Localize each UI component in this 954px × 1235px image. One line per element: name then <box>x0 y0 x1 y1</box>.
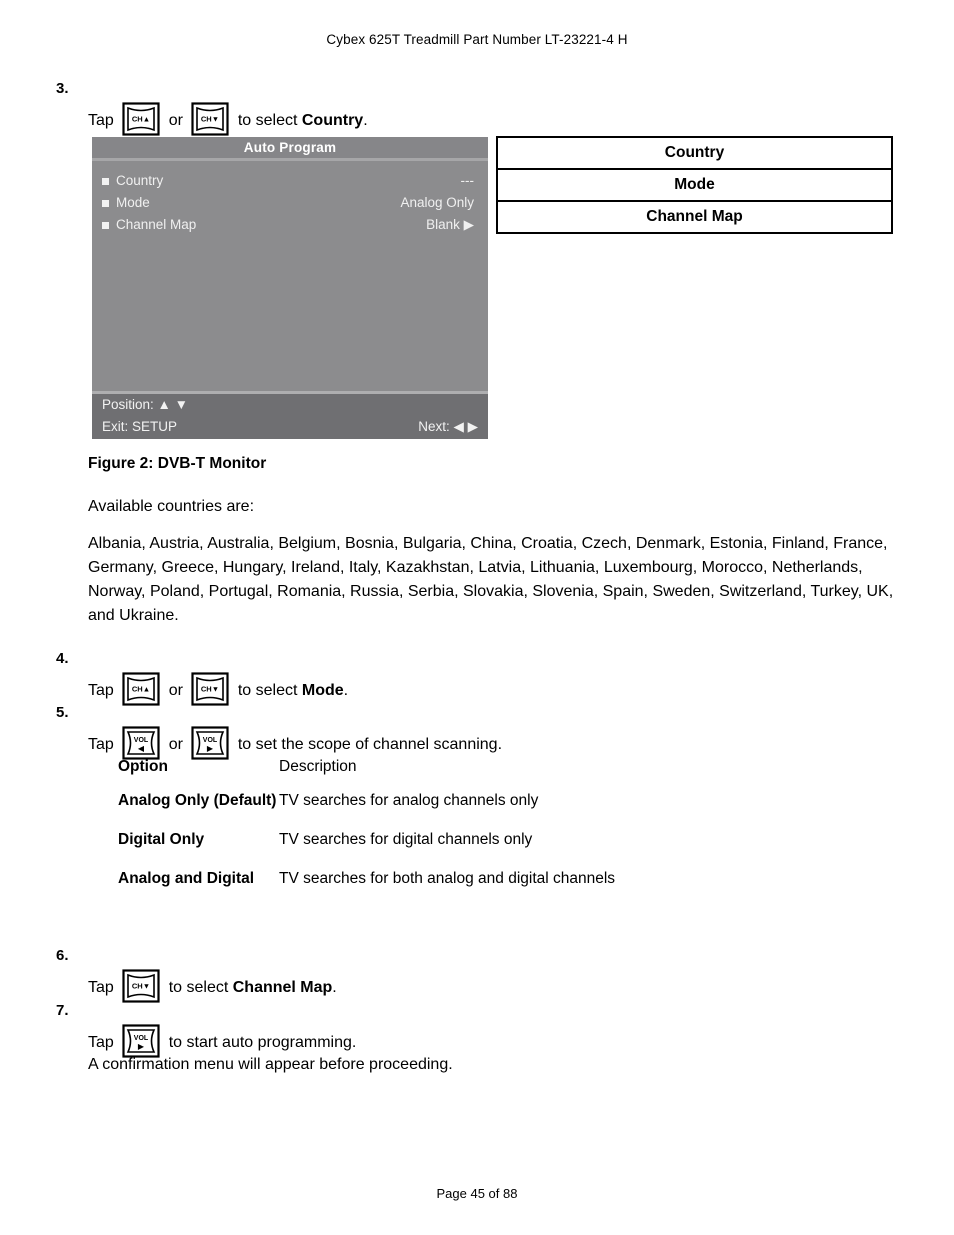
osd-row-mode[interactable]: Mode Analog Only <box>92 192 488 214</box>
vol-right-key-icon: VOL ▶ <box>191 726 229 760</box>
step-3-tail: to select <box>237 112 302 129</box>
svg-text:CH▲: CH▲ <box>132 685 150 694</box>
dvbt-monitor-osd: Auto Program Country --- Mode Analog Onl… <box>92 137 488 439</box>
step-6-tail: to select <box>168 979 233 996</box>
vol-right-key-icon: VOL ▶ <box>122 1024 160 1058</box>
countries-intro-text: Available countries are: <box>88 498 255 515</box>
osd-row-channel-map[interactable]: Channel Map Blank ▶ <box>92 214 488 236</box>
osd-row-country-label: Country <box>116 173 164 188</box>
svg-text:VOL: VOL <box>134 1035 149 1042</box>
document-page: Cybex 625T Treadmill Part Number LT-2322… <box>0 0 954 1235</box>
ch-down-key-icon: CH▼ <box>122 969 160 1003</box>
step-3-number: 3. <box>56 80 69 97</box>
table-row: Mode <box>496 168 893 202</box>
description-analog-and-digital: TV searches for both analog and digital … <box>279 870 616 887</box>
option-analog-and-digital: Analog and Digital <box>118 870 255 887</box>
step-3-tap-label: Tap <box>88 112 114 129</box>
step-4-tap-label: Tap <box>88 682 114 699</box>
osd-footer-position-hint: Position: ▲ ▼ <box>102 397 189 412</box>
ch-down-key-icon: CH▼ <box>191 672 229 706</box>
table-row: Channel Map <box>496 200 893 234</box>
menu-table-cell-mode: Mode <box>496 168 893 202</box>
step-6-period: . <box>332 979 337 996</box>
step-4-number: 4. <box>56 650 69 667</box>
table-row: Country <box>496 136 893 170</box>
step-7-tap-label: Tap <box>88 1034 114 1051</box>
osd-footer-next-hint: Next: ◀ ▶ <box>418 419 478 434</box>
step-6-tap-label: Tap <box>88 979 114 996</box>
step-3-period: . <box>363 112 368 129</box>
description-analog-only: TV searches for analog channels only <box>279 792 539 809</box>
svg-text:CH▲: CH▲ <box>132 115 150 124</box>
svg-text:CH▼: CH▼ <box>201 685 219 694</box>
step-4-target: Mode <box>301 682 344 699</box>
options-header-option: Option <box>118 758 168 775</box>
step-6-target: Channel Map <box>232 979 333 996</box>
vol-left-key-icon: VOL ◀ <box>122 726 160 760</box>
ch-up-key-icon: CH▲ <box>122 672 160 706</box>
step-4-text: Tap CH▲ or CH▼ to select Mode. <box>88 672 348 706</box>
step-4-period: . <box>343 682 349 699</box>
description-digital-only: TV searches for digital channels only <box>279 831 533 848</box>
osd-row-list: Country --- Mode Analog Only Channel Map… <box>92 161 488 391</box>
step-7-note: A confirmation menu will appear before p… <box>88 1056 453 1073</box>
step-5-text: Tap VOL ◀ or VOL ▶ to set the scope of c <box>88 726 502 760</box>
step-5-number: 5. <box>56 704 69 721</box>
table-row: Digital Only TV searches for digital cha… <box>118 829 615 868</box>
options-header-description: Description <box>279 758 357 775</box>
menu-table-cell-channel-map: Channel Map <box>496 200 893 234</box>
osd-row-country-value: --- <box>460 173 475 188</box>
osd-footer: Position: ▲ ▼ Exit: SETUP Next: ◀ ▶ <box>92 394 488 439</box>
table-header-row: Option Description <box>118 758 615 790</box>
table-row: Analog and Digital TV searches for both … <box>118 868 615 907</box>
step-7-number: 7. <box>56 1002 69 1019</box>
menu-table-cell-country: Country <box>496 136 893 170</box>
osd-row-mode-label: Mode <box>116 195 150 210</box>
step-6-number: 6. <box>56 947 69 964</box>
step-4-tail: to select <box>237 682 302 699</box>
bullet-square-icon <box>102 200 109 207</box>
svg-text:VOL: VOL <box>134 737 149 744</box>
step-7-tail: to start auto programming. <box>168 1034 357 1051</box>
osd-footer-exit-hint: Exit: SETUP <box>102 419 178 434</box>
svg-text:CH▼: CH▼ <box>201 115 219 124</box>
osd-row-mode-value: Analog Only <box>400 195 474 210</box>
step-5-tap-label: Tap <box>88 736 114 753</box>
svg-text:VOL: VOL <box>203 737 218 744</box>
step-6-text: Tap CH▼ to select Channel Map. <box>88 969 337 1003</box>
osd-row-channel-map-label: Channel Map <box>116 217 197 232</box>
osd-row-country[interactable]: Country --- <box>92 170 488 192</box>
step-7-text: Tap VOL ▶ to start auto programming. <box>88 1024 356 1058</box>
option-analog-only: Analog Only (Default) <box>118 792 277 809</box>
step-4-or-label: or <box>168 682 183 699</box>
ch-down-key-icon: CH▼ <box>191 102 229 136</box>
bullet-square-icon <box>102 178 109 185</box>
menu-items-table: Country Mode Channel Map <box>496 136 893 234</box>
svg-text:▶: ▶ <box>138 1042 145 1051</box>
ch-up-key-icon: CH▲ <box>122 102 160 136</box>
step-3-or-label: or <box>168 112 183 129</box>
step-3-target: Country <box>301 112 364 129</box>
osd-title: Auto Program <box>92 137 488 158</box>
step-5-tail: to set the scope of channel scanning. <box>237 736 503 753</box>
figure-caption: Figure 2: DVB-T Monitor <box>88 455 267 472</box>
page-number-footer: Page 45 of 88 <box>436 1186 518 1201</box>
svg-text:CH▼: CH▼ <box>132 982 150 991</box>
svg-text:◀: ◀ <box>138 744 145 753</box>
countries-list-text: Albania, Austria, Australia, Belgium, Bo… <box>88 535 894 624</box>
step-5-or-label: or <box>168 736 183 753</box>
document-header: Cybex 625T Treadmill Part Number LT-2322… <box>326 32 628 47</box>
step-3-text: Tap CH▲ or CH▼ to select Country. <box>88 102 368 136</box>
bullet-square-icon <box>102 222 109 229</box>
option-digital-only: Digital Only <box>118 831 205 848</box>
options-description-table: Option Description Analog Only (Default)… <box>118 758 615 907</box>
svg-text:▶: ▶ <box>207 744 214 753</box>
table-row: Analog Only (Default) TV searches for an… <box>118 790 615 829</box>
osd-row-channel-map-value: Blank ▶ <box>426 217 474 232</box>
